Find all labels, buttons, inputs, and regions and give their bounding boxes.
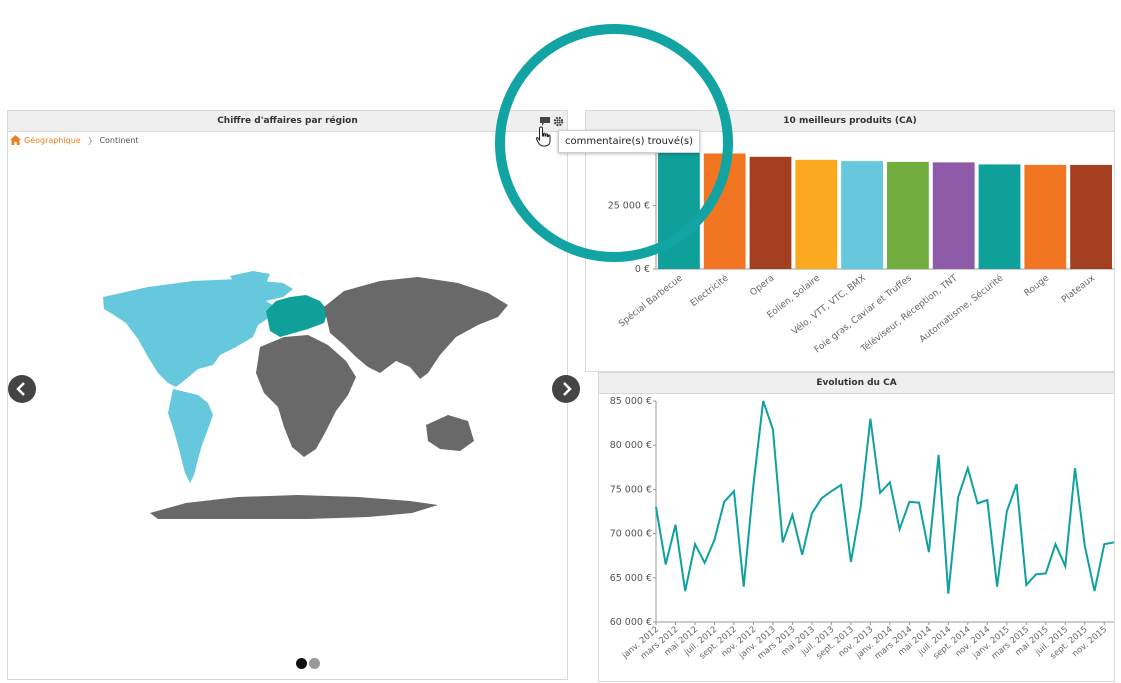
line-x-labels: janv. 2012mars 2012mai 2012juil. 2012sep…	[620, 622, 1109, 662]
hand-cursor-icon	[535, 126, 551, 147]
line-y-ticks: 60 000 € 65 000 € 70 000 € 75 000 € 80 000 €…	[610, 396, 656, 628]
bar-chart-title: 10 meilleurs produits (CA)	[586, 111, 1114, 132]
page-dot-inactive[interactable]	[309, 658, 320, 669]
bar-y-tick-label: 0 €	[635, 264, 650, 275]
line-series	[655, 400, 1115, 594]
map-panel: Chiffre d'affaires par région Géographiq…	[7, 110, 580, 680]
pagination-dots	[296, 658, 320, 669]
bar[interactable]	[795, 159, 838, 269]
bar-x-label: Electricité	[688, 272, 731, 309]
bar[interactable]	[978, 164, 1021, 269]
bar-chart: 0 €25 000 €50 000 € Spécial BarbecueElec…	[608, 137, 1114, 355]
bar[interactable]	[1070, 164, 1112, 269]
bar-x-label: Vélo, VTT, VTC, BMX	[790, 273, 868, 338]
line-y-tick-label: 65 000 €	[610, 573, 652, 584]
next-arrow-button[interactable]	[552, 375, 580, 403]
bar[interactable]	[887, 161, 929, 269]
line-y-tick-label: 80 000 €	[610, 440, 652, 451]
comment-icon[interactable]	[540, 117, 550, 126]
page-dot-active[interactable]	[296, 658, 307, 669]
chevron-left-icon	[16, 382, 25, 396]
gear-icon[interactable]	[553, 116, 564, 127]
line-y-tick-label: 60 000 €	[610, 617, 652, 628]
line-chart: 60 000 € 65 000 € 70 000 € 75 000 € 80 000 €…	[610, 396, 1115, 662]
bar[interactable]	[749, 156, 792, 269]
bar[interactable]	[658, 144, 700, 269]
bar[interactable]	[1024, 164, 1067, 269]
bar-y-tick-label: 25 000 €	[608, 201, 650, 212]
region-europe[interactable]	[266, 295, 328, 337]
bar[interactable]	[841, 161, 883, 269]
world-map	[103, 271, 508, 519]
bar-series	[658, 144, 1112, 270]
line-y-tick-label: 75 000 €	[610, 484, 652, 495]
line-chart-panel: Evolution du CA 60 000 € 65 000 € 70 000 €…	[598, 372, 1115, 682]
bar-x-label: Plateaux	[1060, 273, 1097, 305]
comments-tooltip: commentaire(s) trouvé(s)	[558, 130, 701, 153]
bar[interactable]	[703, 153, 746, 270]
chevron-right-icon	[563, 382, 572, 396]
bar[interactable]	[932, 162, 975, 269]
bar-x-label: Rouge	[1023, 273, 1052, 299]
bar-x-labels: Spécial Barbecue Electricité OperaEolien, …	[616, 272, 1097, 355]
line-chart-title: Evolution du CA	[599, 373, 1114, 394]
line-y-tick-label: 85 000 €	[610, 396, 652, 407]
prev-arrow-button[interactable]	[8, 375, 36, 403]
bar-x-label: Automatisme, Sécurité	[917, 272, 1005, 344]
bar-y-ticks: 0 €25 000 €50 000 €	[608, 137, 656, 275]
bar-x-label: Opera	[748, 273, 776, 298]
line-y-tick-label: 70 000 €	[610, 529, 652, 540]
bar-x-label: Spécial Barbecue	[616, 272, 685, 329]
